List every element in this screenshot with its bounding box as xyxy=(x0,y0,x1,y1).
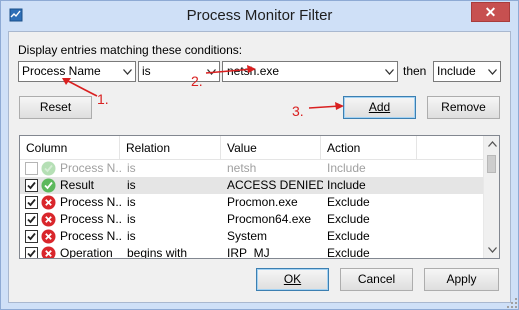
cell-action: Exclude xyxy=(327,212,370,226)
title-bar: Process Monitor Filter ✕ xyxy=(1,1,518,31)
cell-relation: is xyxy=(127,229,136,243)
annotation-label-2: 2. xyxy=(191,73,203,89)
cell-column: Process N... xyxy=(60,229,122,243)
checkbox-checked[interactable] xyxy=(25,230,38,243)
resize-grip-icon[interactable] xyxy=(507,298,517,308)
cell-relation: is xyxy=(127,161,136,175)
value-input[interactable]: netsh.exe xyxy=(227,64,279,78)
annotation-label-3: 3. xyxy=(292,103,304,119)
cell-column: Process N... xyxy=(60,212,122,226)
cell-action: Include xyxy=(327,178,366,192)
checkbox-checked[interactable] xyxy=(25,213,38,226)
relation-header[interactable]: Relation xyxy=(120,136,221,160)
cell-column: Process N... xyxy=(60,195,122,209)
chevron-down-icon[interactable] xyxy=(484,62,500,81)
cell-value: Procmon.exe xyxy=(227,195,298,209)
vertical-scrollbar[interactable] xyxy=(483,136,499,258)
cell-value: ACCESS DENIED xyxy=(227,178,323,192)
exclude-icon xyxy=(41,195,56,210)
column-header[interactable]: Column xyxy=(20,136,120,160)
cell-value: Procmon64.exe xyxy=(227,212,312,226)
cancel-button-label: Cancel xyxy=(357,272,396,286)
cell-column: Result xyxy=(60,178,95,192)
scroll-thumb[interactable] xyxy=(487,155,496,173)
exclude-icon xyxy=(41,212,56,227)
add-button[interactable]: Add xyxy=(343,96,416,119)
cell-column: Process N... xyxy=(60,161,122,175)
close-button[interactable]: ✕ xyxy=(471,2,510,22)
cell-relation: begins with xyxy=(127,246,188,259)
value-combo[interactable]: netsh.exe xyxy=(222,61,398,82)
table-row[interactable]: Process N... is netsh Include xyxy=(20,160,483,177)
table-row[interactable]: Result is ACCESS DENIED Include xyxy=(20,177,483,194)
annotation-label-1: 1. xyxy=(97,91,109,107)
conditions-label: Display entries matching these condition… xyxy=(18,43,243,57)
cell-action: Include xyxy=(327,161,366,175)
cell-value: netsh xyxy=(227,161,257,175)
include-icon xyxy=(41,161,56,176)
remove-button[interactable]: Remove xyxy=(427,96,500,119)
exclude-icon xyxy=(41,229,56,244)
chevron-down-icon[interactable] xyxy=(119,62,135,81)
relation-select-value: is xyxy=(142,64,151,78)
action-select[interactable]: Include xyxy=(433,61,501,82)
scroll-up-icon[interactable] xyxy=(484,136,499,152)
relation-select[interactable]: is xyxy=(138,61,220,82)
table-row[interactable]: Process N... is System Exclude xyxy=(20,228,483,245)
column-select[interactable]: Process Name xyxy=(18,61,136,82)
cell-relation: is xyxy=(127,212,136,226)
cell-action: Exclude xyxy=(327,246,370,259)
chevron-down-icon[interactable] xyxy=(203,62,219,81)
reset-button[interactable]: Reset xyxy=(19,96,92,119)
table-row[interactable]: Process N... is Procmon64.exe Exclude xyxy=(20,211,483,228)
checkbox-unchecked[interactable] xyxy=(25,162,38,175)
include-icon xyxy=(41,178,56,193)
checkbox-checked[interactable] xyxy=(25,247,38,258)
window-title: Process Monitor Filter xyxy=(186,7,333,24)
apply-button[interactable]: Apply xyxy=(424,268,499,291)
value-header[interactable]: Value xyxy=(221,136,321,160)
add-button-label: Add xyxy=(368,100,391,114)
cell-action: Exclude xyxy=(327,195,370,209)
filter-list[interactable]: Column Relation Value Action Process N..… xyxy=(19,135,500,259)
cell-value: System xyxy=(227,229,268,243)
action-header[interactable]: Action xyxy=(321,136,417,160)
then-label: then xyxy=(403,64,427,78)
checkbox-checked[interactable] xyxy=(25,179,38,192)
cell-value: IRP_MJ_ xyxy=(227,246,277,259)
cell-relation: is xyxy=(127,178,136,192)
action-select-value: Include xyxy=(437,64,476,78)
table-row[interactable]: Operation begins with IRP_MJ_ Exclude xyxy=(20,245,483,259)
table-row[interactable]: Process N... is Procmon.exe Exclude xyxy=(20,194,483,211)
checkbox-checked[interactable] xyxy=(25,196,38,209)
cell-action: Exclude xyxy=(327,229,370,243)
ok-button-label: OK xyxy=(283,272,302,286)
exclude-icon xyxy=(41,246,56,258)
cell-relation: is xyxy=(127,195,136,209)
cancel-button[interactable]: Cancel xyxy=(340,268,413,291)
scroll-down-icon[interactable] xyxy=(484,242,499,258)
column-select-value: Process Name xyxy=(22,64,101,78)
list-header: Column Relation Value Action xyxy=(20,136,483,160)
chevron-down-icon[interactable] xyxy=(381,62,397,81)
cell-column: Operation xyxy=(60,246,113,259)
ok-button[interactable]: OK xyxy=(256,268,329,291)
